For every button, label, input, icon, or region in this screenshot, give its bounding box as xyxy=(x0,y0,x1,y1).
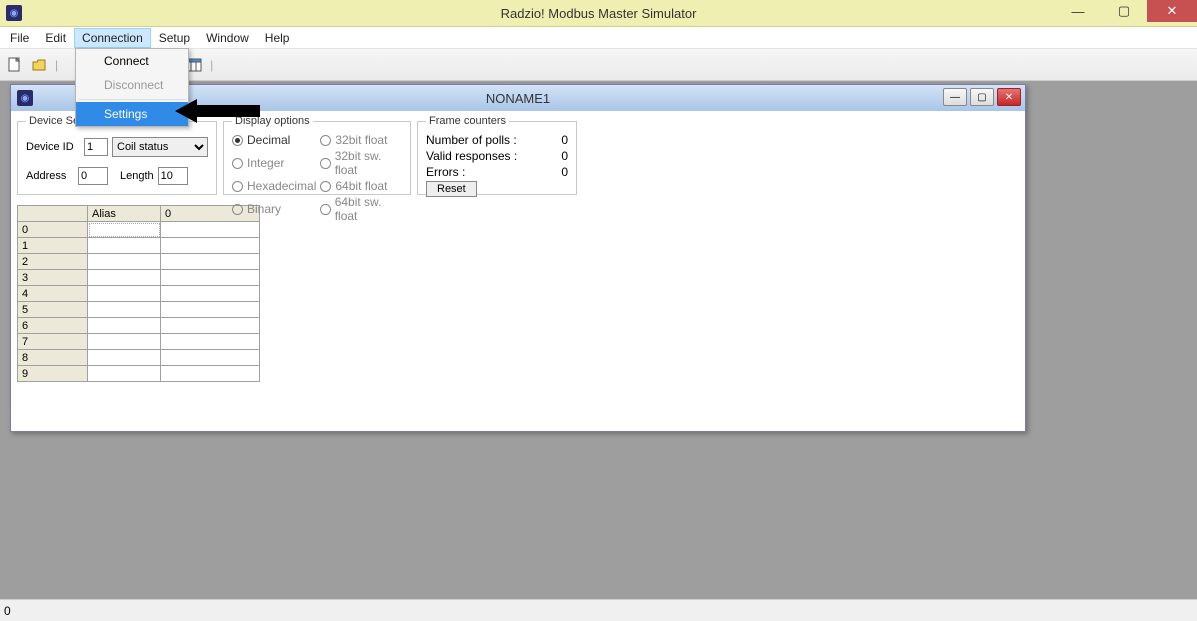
maximize-button[interactable]: ▢ xyxy=(1101,0,1147,22)
dropdown-separator xyxy=(78,99,186,100)
titlebar: Radzio! Modbus Master Simulator — ▢ ✕ xyxy=(0,0,1197,27)
alias-cell[interactable] xyxy=(88,334,161,350)
value-cell[interactable] xyxy=(161,334,260,350)
table-corner xyxy=(18,206,88,222)
toolbar-separator: | xyxy=(55,58,58,72)
alias-cell[interactable] xyxy=(88,302,161,318)
table-row: 8 xyxy=(18,350,260,366)
radio-32bit-sw-float[interactable]: 32bit sw. float xyxy=(320,149,402,177)
statusbar: 0 xyxy=(0,599,1197,621)
errors-value: 0 xyxy=(561,165,568,179)
reset-button[interactable]: Reset xyxy=(426,181,477,197)
alias-cell[interactable] xyxy=(88,270,161,286)
app-icon xyxy=(6,5,22,21)
menu-window[interactable]: Window xyxy=(198,28,257,48)
length-input[interactable] xyxy=(158,167,188,185)
alias-cell[interactable] xyxy=(88,350,161,366)
address-input[interactable] xyxy=(78,167,108,185)
dropdown-settings[interactable]: Settings xyxy=(76,102,188,126)
display-options-legend: Display options xyxy=(232,115,313,127)
alias-cell[interactable] xyxy=(88,286,161,302)
length-label: Length xyxy=(120,170,154,182)
mdi-area: NONAME1 — ▢ ✕ Device Settings Device ID … xyxy=(0,81,1197,599)
frame-counters-group: Frame counters Number of polls : 0 Valid … xyxy=(417,115,577,195)
alias-cell[interactable] xyxy=(88,222,161,238)
dropdown-disconnect: Disconnect xyxy=(76,73,188,97)
value-cell[interactable] xyxy=(161,366,260,382)
value-cell[interactable] xyxy=(161,286,260,302)
radio-binary[interactable]: Binary xyxy=(232,195,316,223)
table-row: 1 xyxy=(18,238,260,254)
table-row: 3 xyxy=(18,270,260,286)
toolbar-separator-2: | xyxy=(210,58,213,72)
polls-value: 0 xyxy=(561,133,568,147)
minimize-button[interactable]: — xyxy=(1055,0,1101,22)
status-text: 0 xyxy=(4,604,11,618)
menu-connection[interactable]: Connection xyxy=(74,28,151,48)
address-label: Address xyxy=(26,170,74,182)
child-window: NONAME1 — ▢ ✕ Device Settings Device ID … xyxy=(10,84,1026,432)
value-cell[interactable] xyxy=(161,270,260,286)
menu-setup[interactable]: Setup xyxy=(151,28,198,48)
menu-help[interactable]: Help xyxy=(257,28,298,48)
errors-label: Errors : xyxy=(426,165,465,179)
alias-header: Alias xyxy=(88,206,161,222)
open-file-icon[interactable] xyxy=(28,54,50,76)
radio-32bit-float[interactable]: 32bit float xyxy=(320,133,402,147)
radio-hexadecimal[interactable]: Hexadecimal xyxy=(232,179,316,193)
table-row: 2 xyxy=(18,254,260,270)
menubar: File Edit Connection Setup Window Help xyxy=(0,27,1197,49)
register-type-select[interactable]: Coil status xyxy=(112,137,208,157)
value-cell[interactable] xyxy=(161,350,260,366)
menu-edit[interactable]: Edit xyxy=(37,28,74,48)
close-button[interactable]: ✕ xyxy=(1147,0,1197,22)
child-minimize-button[interactable]: — xyxy=(943,88,967,106)
valid-label: Valid responses : xyxy=(426,149,517,163)
child-title: NONAME1 xyxy=(486,91,550,106)
value-cell[interactable] xyxy=(161,318,260,334)
new-file-icon[interactable] xyxy=(4,54,26,76)
child-maximize-button[interactable]: ▢ xyxy=(970,88,994,106)
dropdown-connect[interactable]: Connect xyxy=(76,49,188,73)
radio-64bit-sw-float[interactable]: 64bit sw. float xyxy=(320,195,402,223)
child-body: Device Settings Device ID Coil status Ad… xyxy=(11,111,1025,386)
frame-counters-legend: Frame counters xyxy=(426,115,509,127)
table-row: 0 xyxy=(18,222,260,238)
valid-value: 0 xyxy=(561,149,568,163)
child-close-button[interactable]: ✕ xyxy=(997,88,1021,106)
value-cell[interactable] xyxy=(161,238,260,254)
data-table: Alias 0 0 1 2 3 4 5 6 7 8 9 xyxy=(17,205,260,382)
device-id-input[interactable] xyxy=(84,138,108,156)
table-row: 4 xyxy=(18,286,260,302)
value-cell[interactable] xyxy=(161,222,260,238)
alias-cell[interactable] xyxy=(88,318,161,334)
table-row: 5 xyxy=(18,302,260,318)
child-icon xyxy=(17,90,33,106)
table-row: 6 xyxy=(18,318,260,334)
value-cell[interactable] xyxy=(161,254,260,270)
display-options-group: Display options Decimal 32bit float Inte… xyxy=(223,115,411,195)
value-cell[interactable] xyxy=(161,302,260,318)
polls-label: Number of polls : xyxy=(426,133,517,147)
device-settings-group: Device Settings Device ID Coil status Ad… xyxy=(17,115,217,195)
radio-64bit-float[interactable]: 64bit float xyxy=(320,179,402,193)
radio-decimal[interactable]: Decimal xyxy=(232,133,316,147)
connection-dropdown: Connect Disconnect Settings xyxy=(75,48,189,127)
alias-cell[interactable] xyxy=(88,366,161,382)
table-row: 7 xyxy=(18,334,260,350)
alias-cell[interactable] xyxy=(88,238,161,254)
radio-integer[interactable]: Integer xyxy=(232,149,316,177)
alias-cell[interactable] xyxy=(88,254,161,270)
menu-file[interactable]: File xyxy=(2,28,37,48)
window-controls: — ▢ ✕ xyxy=(1055,0,1197,22)
device-id-label: Device ID xyxy=(26,141,80,153)
table-row: 9 xyxy=(18,366,260,382)
app-title: Radzio! Modbus Master Simulator xyxy=(501,6,697,21)
